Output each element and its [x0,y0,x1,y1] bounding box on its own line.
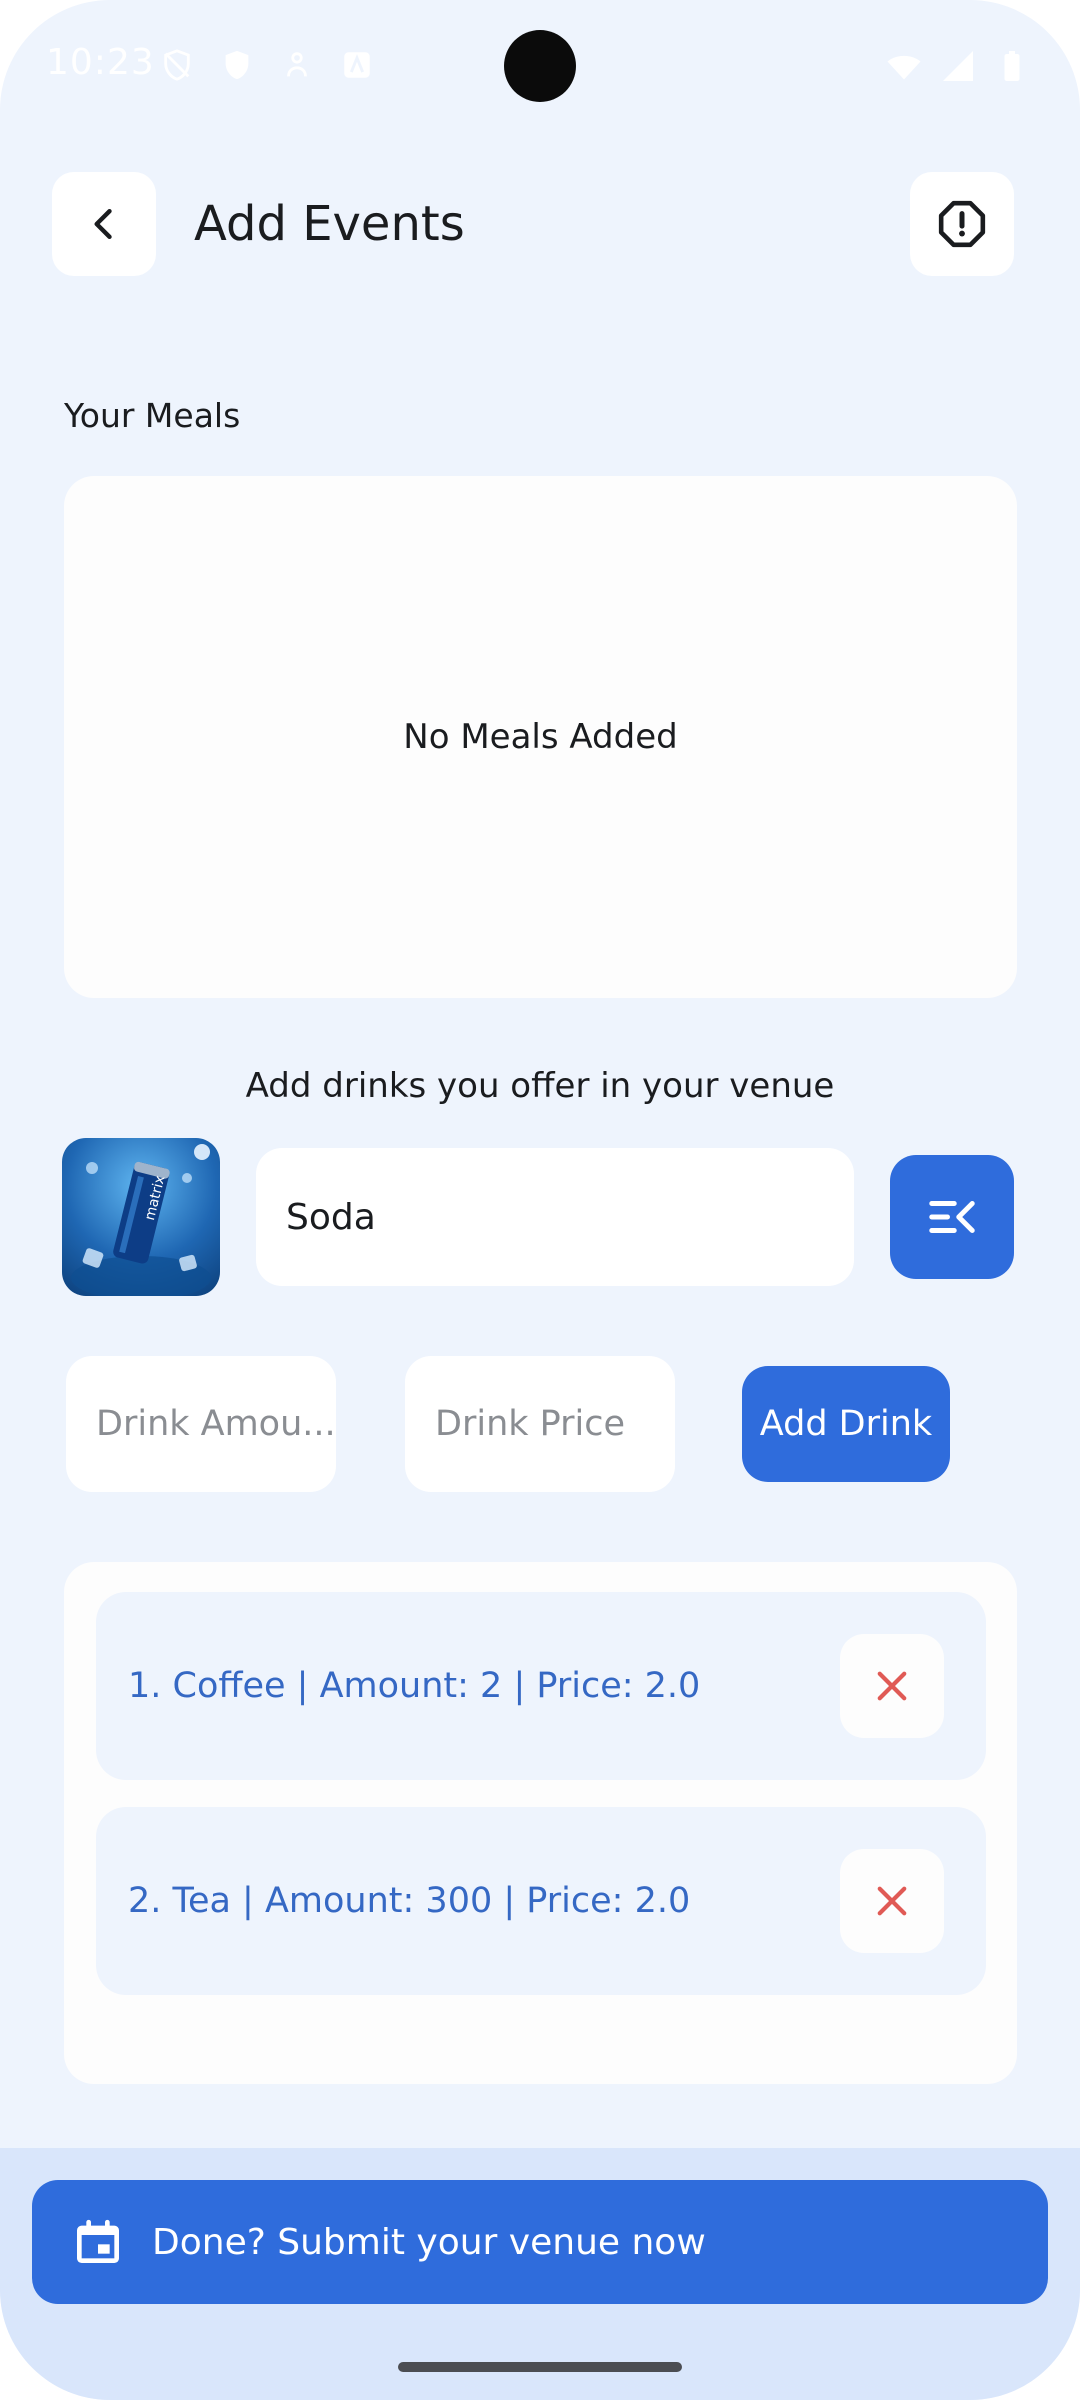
list-item: 2. Tea | Amount: 300 | Price: 2.0 [96,1807,986,1995]
wifi-icon [887,55,921,80]
drinks-list-card: 1. Coffee | Amount: 2 | Price: 2.0 2. Te… [64,1562,1017,2084]
alert-octagon-icon [938,200,986,248]
list-item: 1. Coffee | Amount: 2 | Price: 2.0 [96,1592,986,1780]
meals-section-label: Your Meals [64,396,241,435]
remove-drink-button[interactable] [840,1849,944,1953]
drink-amount-placeholder: Drink Amou... [96,1404,336,1444]
home-indicator[interactable] [398,2362,682,2372]
menu-collapse-icon [929,1201,975,1233]
status-notification-icons [160,48,374,82]
shield-icon [225,50,249,80]
drink-item-text: 2. Tea | Amount: 300 | Price: 2.0 [128,1881,691,1921]
close-icon [877,1886,907,1916]
status-time: 10:23 [46,42,155,83]
page-title: Add Events [194,196,465,252]
shield-off-icon [164,49,190,81]
close-icon [877,1671,907,1701]
submit-venue-label: Done? Submit your venue now [152,2221,706,2263]
drink-menu-button[interactable] [890,1155,1014,1279]
drink-image[interactable]: matrix [62,1138,220,1296]
chevron-left-icon [94,208,112,240]
battery-icon [1004,51,1020,81]
calendar-icon [77,2219,119,2263]
meals-card: No Meals Added [64,476,1017,998]
remove-drink-button[interactable] [840,1634,944,1738]
meals-empty-text: No Meals Added [403,717,678,757]
status-system-icons [886,48,1030,84]
status-bar: 10:23 [0,0,1080,130]
drink-price-input[interactable]: Drink Price [405,1356,675,1492]
soda-can-image: matrix [71,1144,211,1296]
camera-cutout [504,30,576,102]
app-store-icon [344,52,370,78]
drink-item-text: 1. Coffee | Amount: 2 | Price: 2.0 [128,1666,701,1706]
submit-venue-button[interactable]: Done? Submit your venue now [32,2180,1048,2304]
drink-name-input[interactable] [256,1148,854,1286]
drink-price-placeholder: Drink Price [435,1404,626,1444]
back-button[interactable] [52,172,156,276]
report-button[interactable] [910,172,1014,276]
person-icon [287,52,307,77]
drink-amount-input[interactable]: Drink Amou... [66,1356,336,1492]
signal-icon [943,51,973,81]
app-screen: 10:23 Add Events Your Meals No Meals Add… [0,0,1080,2400]
add-drink-button[interactable]: Add Drink [742,1366,950,1482]
drinks-heading: Add drinks you offer in your venue [245,1066,835,1106]
